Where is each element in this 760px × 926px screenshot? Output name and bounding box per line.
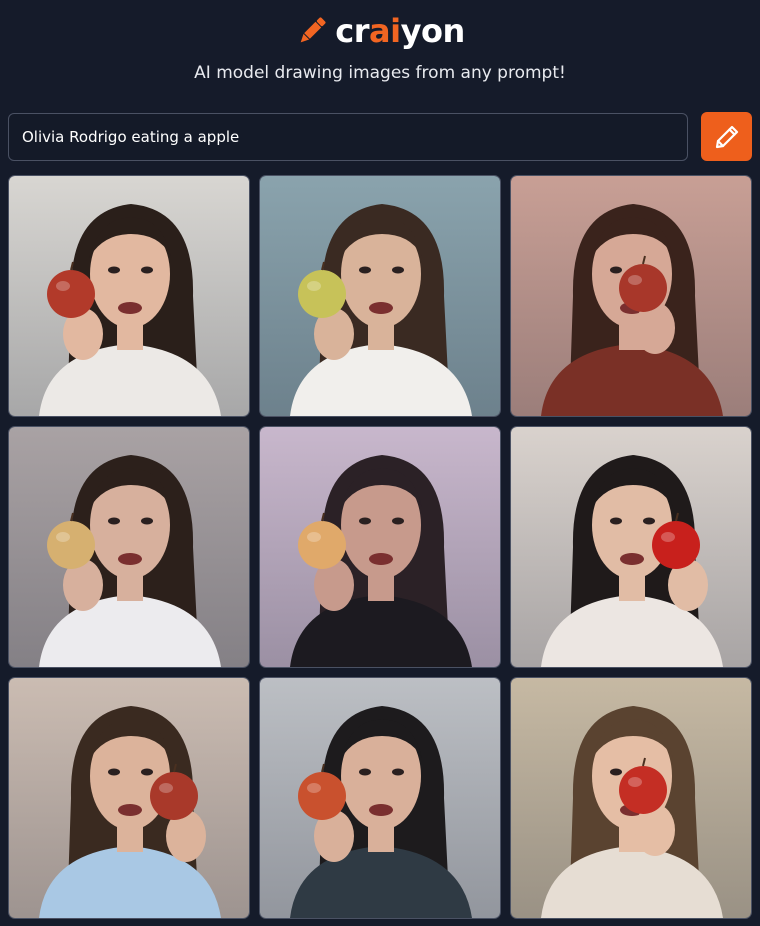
generated-image bbox=[260, 176, 500, 416]
result-image-4[interactable] bbox=[8, 426, 250, 668]
logo-text-accent: ai bbox=[369, 12, 401, 50]
generated-image bbox=[511, 427, 751, 667]
result-image-3[interactable] bbox=[510, 175, 752, 417]
result-image-9[interactable] bbox=[510, 677, 752, 919]
generated-image bbox=[9, 176, 249, 416]
result-image-2[interactable] bbox=[259, 175, 501, 417]
generated-image bbox=[9, 427, 249, 667]
generated-image bbox=[9, 678, 249, 918]
generated-image bbox=[511, 678, 751, 918]
generated-image bbox=[260, 427, 500, 667]
craiyon-logo[interactable]: craiyon bbox=[0, 10, 760, 52]
result-image-5[interactable] bbox=[259, 426, 501, 668]
logo-text-suffix: yon bbox=[400, 12, 466, 50]
pencil-logo-icon bbox=[300, 17, 326, 43]
result-image-1[interactable] bbox=[8, 175, 250, 417]
result-image-6[interactable] bbox=[510, 426, 752, 668]
logo-text-prefix: cr bbox=[335, 12, 370, 50]
pencil-icon bbox=[715, 125, 738, 148]
results-grid bbox=[8, 175, 752, 919]
result-image-8[interactable] bbox=[259, 677, 501, 919]
prompt-input[interactable] bbox=[8, 113, 688, 161]
generated-image bbox=[260, 678, 500, 918]
logo-wordmark: craiyon bbox=[335, 12, 466, 50]
generated-image bbox=[511, 176, 751, 416]
result-image-7[interactable] bbox=[8, 677, 250, 919]
draw-button[interactable] bbox=[701, 112, 752, 161]
tagline: AI model drawing images from any prompt! bbox=[194, 63, 566, 83]
